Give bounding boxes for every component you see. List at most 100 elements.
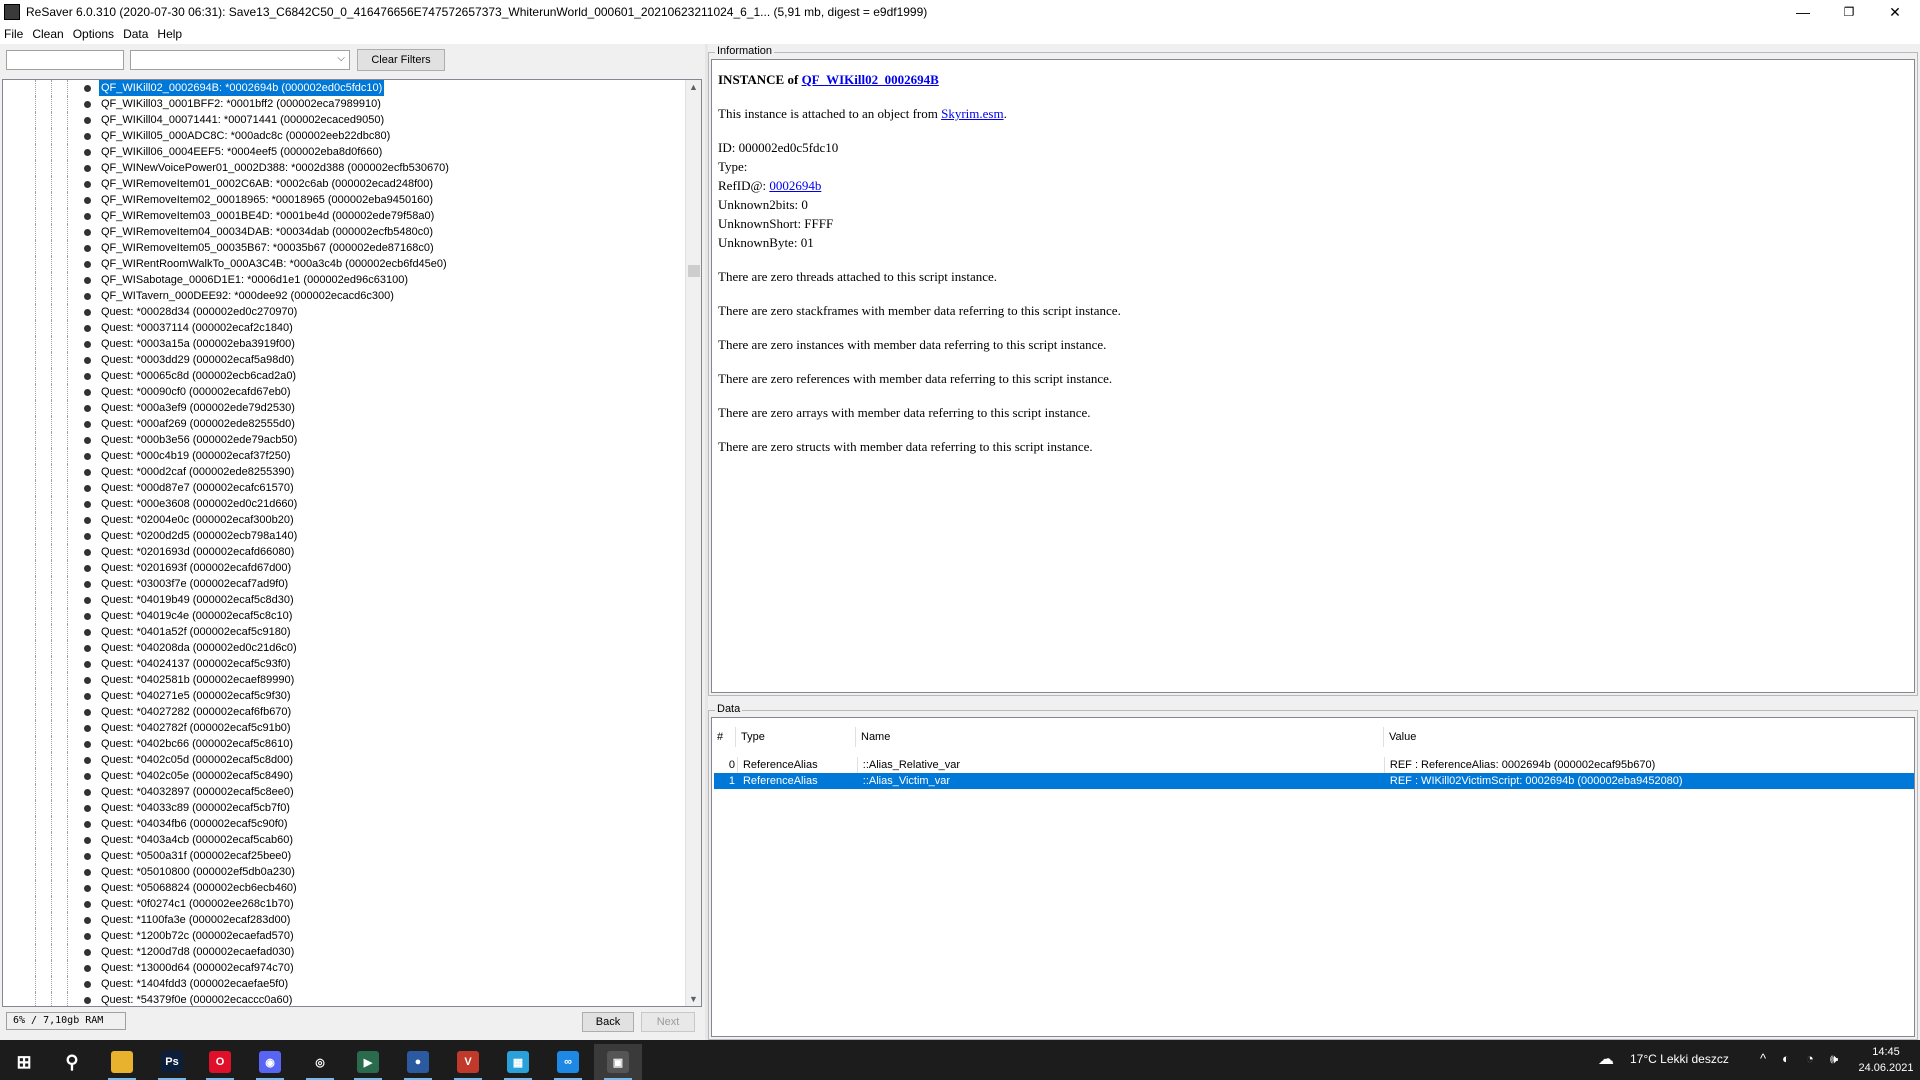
chevron-up-icon[interactable]: ^ — [1760, 1051, 1766, 1066]
voicemeeter-taskbar-button[interactable]: V — [444, 1044, 492, 1080]
tree-item[interactable]: Quest: *0402581b (000002ecaef89990) — [3, 672, 687, 688]
tree-item[interactable]: Quest: *0200d2d5 (000002ecb798a140) — [3, 528, 687, 544]
tree-item[interactable]: Quest: *54379f0e (000002ecaccc0a60) — [3, 992, 687, 1006]
column-header-type[interactable]: Type — [736, 727, 856, 747]
tree-item[interactable]: QF_WITavern_000DEE92: *000dee92 (000002e… — [3, 288, 687, 304]
tree-item[interactable]: Quest: *0402bc66 (000002ecaf5c8610) — [3, 736, 687, 752]
tree-item[interactable]: QF_WIKill04_00071441: *00071441 (000002e… — [3, 112, 687, 128]
tree-item[interactable]: Quest: *0003a15a (000002eba3919f00) — [3, 336, 687, 352]
close-button[interactable]: ✕ — [1872, 0, 1918, 24]
chevron-down-icon[interactable]: ⌵ — [337, 53, 345, 64]
column-header-value[interactable]: Value — [1384, 727, 1914, 747]
data-table-row[interactable]: 1 ReferenceAlias::Alias_Victim_var REF : W… — [714, 773, 1914, 789]
tree-item[interactable]: Quest: *13000d64 (000002ecaf974c70) — [3, 960, 687, 976]
tree-item[interactable]: QF_WIRemoveItem04_00034DAB: *00034dab (0… — [3, 224, 687, 240]
tree-item[interactable]: Quest: *0402c05d (000002ecaf5c8d00) — [3, 752, 687, 768]
start-taskbar-button[interactable]: ⊞ — [0, 1044, 48, 1080]
tree-item[interactable]: Quest: *0403a4cb (000002ecaf5cab60) — [3, 832, 687, 848]
tree-item[interactable]: QF_WIRemoveItem02_00018965: *00018965 (0… — [3, 192, 687, 208]
column-header-num[interactable]: # — [712, 727, 736, 747]
opera-taskbar-button[interactable]: O — [196, 1044, 244, 1080]
data-table-row[interactable]: 0 ReferenceAlias::Alias_Relative_var REF :… — [714, 757, 1914, 773]
back-button[interactable]: Back — [582, 1012, 634, 1032]
tree-item[interactable]: Quest: *04019b49 (000002ecaf5c8d30) — [3, 592, 687, 608]
menu-clean[interactable]: Clean — [32, 27, 70, 41]
tree-item[interactable]: Quest: *1100fa3e (000002ecaf283d00) — [3, 912, 687, 928]
tree-item[interactable]: Quest: *00090cf0 (000002ecafd67eb0) — [3, 384, 687, 400]
search-taskbar-button[interactable]: ⚲ — [48, 1044, 96, 1080]
volume-icon[interactable]: 🕪 — [1830, 1051, 1838, 1067]
tree-item[interactable]: QF_WINewVoicePower01_0002D388: *0002d388… — [3, 160, 687, 176]
tree-item[interactable]: Quest: *04034fb6 (000002ecaf5c90f0) — [3, 816, 687, 832]
menu-file[interactable]: File — [4, 27, 30, 41]
tree-item[interactable]: Quest: *0402c05e (000002ecaf5c8490) — [3, 768, 687, 784]
tree-item[interactable]: QF_WIRentRoomWalkTo_000A3C4B: *000a3c4b … — [3, 256, 687, 272]
tree-item[interactable]: Quest: *1200d7d8 (000002ecaefad030) — [3, 944, 687, 960]
tree-scrollbar[interactable]: ▲ ▼ — [685, 80, 701, 1006]
steam-tray-icon[interactable]: ◐ — [1782, 1051, 1790, 1066]
tree-item[interactable]: Quest: *00065c8d (000002ecb6cad2a0) — [3, 368, 687, 384]
menu-options[interactable]: Options — [73, 27, 121, 41]
app-blue-circle-taskbar-button[interactable]: ● — [394, 1044, 442, 1080]
clock[interactable]: 14:45 24.06.2021 — [1858, 1044, 1914, 1076]
save-tree[interactable]: QF_WIKill02_0002694B: *0002694b (000002e… — [2, 79, 702, 1007]
app-link-taskbar-button[interactable]: ∞ — [544, 1044, 592, 1080]
tree-item[interactable]: Quest: *00037114 (000002ecaf2c1840) — [3, 320, 687, 336]
tree-item[interactable]: Quest: *05010800 (000002ef5db0a230) — [3, 864, 687, 880]
tree-item[interactable]: Quest: *0003dd29 (000002ecaf5a98d0) — [3, 352, 687, 368]
tree-item[interactable]: Quest: *000d87e7 (000002ecafc61570) — [3, 480, 687, 496]
tree-item[interactable]: Quest: *04019c4e (000002ecaf5c8c10) — [3, 608, 687, 624]
refid-link[interactable]: 0002694b — [769, 178, 821, 193]
network-icon[interactable]: ◔ — [1806, 1051, 1814, 1066]
tree-item[interactable]: Quest: *0f0274c1 (000002ee268c1b70) — [3, 896, 687, 912]
weather-text[interactable]: 17°C Lekki deszcz — [1630, 1052, 1729, 1066]
tree-item[interactable]: Quest: *03003f7e (000002ecaf7ad9f0) — [3, 576, 687, 592]
menu-help[interactable]: Help — [157, 27, 189, 41]
tree-item[interactable]: Quest: *1200b72c (000002ecaefad570) — [3, 928, 687, 944]
tree-item[interactable]: Quest: *040271e5 (000002ecaf5c9f30) — [3, 688, 687, 704]
tree-item[interactable]: Quest: *0201693d (000002ecafd66080) — [3, 544, 687, 560]
tree-item[interactable]: Quest: *0201693f (000002ecafd67d00) — [3, 560, 687, 576]
scroll-thumb[interactable] — [688, 265, 700, 277]
photoshop-taskbar-button[interactable]: Ps — [148, 1044, 196, 1080]
scroll-up-icon[interactable]: ▲ — [689, 82, 698, 92]
maximize-button[interactable]: ❐ — [1826, 0, 1872, 24]
weather-icon[interactable]: ☁ — [1598, 1049, 1614, 1069]
column-header-name[interactable]: Name — [856, 727, 1384, 747]
minimize-button[interactable]: — — [1780, 0, 1826, 24]
tree-item[interactable]: Quest: *000d2caf (000002ede8255390) — [3, 464, 687, 480]
scroll-down-icon[interactable]: ▼ — [689, 994, 698, 1004]
tree-item[interactable]: Quest: *05068824 (000002ecb6ecb460) — [3, 880, 687, 896]
tree-item[interactable]: QF_WISabotage_0006D1E1: *0006d1e1 (00000… — [3, 272, 687, 288]
tree-item[interactable]: Quest: *00028d34 (000002ed0c270970) — [3, 304, 687, 320]
filter-combo[interactable]: ⌵ — [130, 50, 350, 70]
tree-item[interactable]: QF_WIKill03_0001BFF2: *0001bff2 (000002e… — [3, 96, 687, 112]
discord-taskbar-button[interactable]: ◉ — [246, 1044, 294, 1080]
next-button[interactable]: Next — [641, 1012, 695, 1032]
steam-taskbar-button[interactable]: ◎ — [296, 1044, 344, 1080]
plugin-link[interactable]: Skyrim.esm — [941, 106, 1003, 121]
tree-item[interactable]: Quest: *000e3608 (000002ed0c21d660) — [3, 496, 687, 512]
tree-item[interactable]: QF_WIRemoveItem03_0001BE4D: *0001be4d (0… — [3, 208, 687, 224]
tree-item[interactable]: Quest: *000af269 (000002ede82555d0) — [3, 416, 687, 432]
menu-data[interactable]: Data — [123, 27, 155, 41]
tree-item[interactable]: QF_WIKill05_000ADC8C: *000adc8c (000002e… — [3, 128, 687, 144]
tree-item[interactable]: Quest: *040208da (000002ed0c21d6c0) — [3, 640, 687, 656]
file-explorer-taskbar-button[interactable] — [98, 1044, 146, 1080]
tree-item[interactable]: Quest: *02004e0c (000002ecaf300b20) — [3, 512, 687, 528]
tree-item[interactable]: Quest: *04033c89 (000002ecaf5cb7f0) — [3, 800, 687, 816]
tree-item[interactable]: QF_WIRemoveItem05_00035B67: *00035b67 (0… — [3, 240, 687, 256]
resaver-taskbar-button[interactable]: ▣ — [594, 1044, 642, 1080]
tree-item[interactable]: QF_WIKill02_0002694B: *0002694b (000002e… — [3, 80, 687, 97]
app-green-taskbar-button[interactable]: ▶ — [344, 1044, 392, 1080]
tree-item[interactable]: Quest: *0402782f (000002ecaf5c91b0) — [3, 720, 687, 736]
filter-text-input[interactable] — [6, 50, 124, 70]
tree-item[interactable]: Quest: *000c4b19 (000002ecaf37f250) — [3, 448, 687, 464]
tree-item[interactable]: Quest: *1404fdd3 (000002ecaefae5f0) — [3, 976, 687, 992]
tree-item[interactable]: Quest: *000b3e56 (000002ede79acb50) — [3, 432, 687, 448]
tree-item[interactable]: Quest: *0401a52f (000002ecaf5c9180) — [3, 624, 687, 640]
tree-item[interactable]: QF_WIRemoveItem01_0002C6AB: *0002c6ab (0… — [3, 176, 687, 192]
tree-item[interactable]: Quest: *04027282 (000002ecaf6fb670) — [3, 704, 687, 720]
clear-filters-button[interactable]: Clear Filters — [357, 49, 445, 71]
tree-item[interactable]: Quest: *000a3ef9 (000002ede79d2530) — [3, 400, 687, 416]
